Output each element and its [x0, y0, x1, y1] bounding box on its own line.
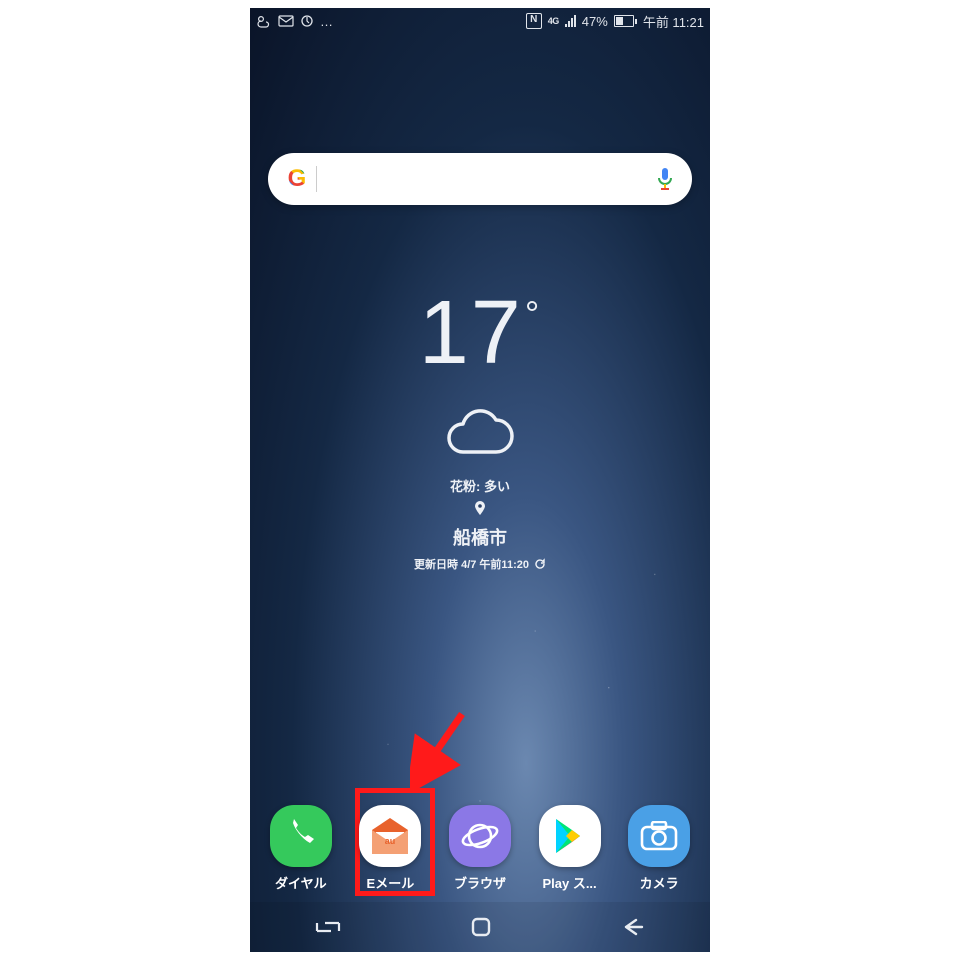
sync-status-icon — [300, 14, 314, 28]
dock: ダイヤル au Eメール — [250, 805, 710, 892]
battery-pct: 47% — [582, 14, 608, 29]
pollen-text: 花粉: 多い — [450, 476, 510, 495]
app-browser[interactable]: ブラウザ — [438, 805, 522, 892]
home-button[interactable] — [470, 916, 492, 938]
cloud-icon — [441, 402, 519, 454]
home-screen[interactable]: … N 4G 47% 午前 11:21 G — [250, 8, 710, 952]
mail-status-icon — [278, 15, 294, 27]
weather-widget[interactable]: 17° 花粉: 多い 船橋市 更新日時 4/7 午前11:20 — [250, 288, 710, 572]
battery-icon — [614, 15, 637, 27]
signal-icon — [565, 15, 576, 27]
app-email[interactable]: au Eメール — [348, 805, 432, 892]
clock: 午前 11:21 — [643, 12, 704, 31]
app-label: Eメール — [367, 873, 415, 892]
status-bar: … N 4G 47% 午前 11:21 — [250, 8, 710, 34]
recents-button[interactable] — [314, 917, 342, 937]
location-city: 船橋市 — [453, 524, 507, 550]
app-label: カメラ — [640, 873, 679, 892]
google-search-bar[interactable]: G — [268, 153, 692, 205]
app-dialer[interactable]: ダイヤル — [259, 805, 343, 892]
svg-text:au: au — [385, 836, 396, 846]
back-button[interactable] — [620, 917, 646, 937]
app-label: ダイヤル — [275, 873, 327, 892]
nfc-icon: N — [526, 13, 542, 29]
annotation-arrow — [410, 708, 470, 793]
location-pin-icon — [474, 501, 486, 520]
planet-icon — [461, 817, 499, 855]
temperature: 17° — [419, 288, 542, 378]
voice-search-icon[interactable] — [656, 167, 674, 191]
last-updated: 更新日時 4/7 午前11:20 — [414, 556, 546, 572]
mail-icon: au — [368, 816, 412, 856]
network-type: 4G — [548, 17, 559, 25]
more-notifications-icon: … — [320, 14, 335, 29]
refresh-icon[interactable] — [534, 558, 546, 570]
app-camera[interactable]: カメラ — [617, 805, 701, 892]
google-logo-icon: G — [286, 165, 308, 193]
search-caret — [316, 166, 317, 192]
navigation-bar — [250, 902, 710, 952]
app-play-store[interactable]: Play ス... — [528, 805, 612, 892]
camera-icon — [640, 821, 678, 851]
app-label: ブラウザ — [454, 873, 506, 892]
play-store-icon — [552, 817, 588, 855]
phone-icon — [284, 819, 318, 853]
app-label: Play ス... — [542, 873, 596, 892]
weather-status-icon — [256, 14, 272, 28]
